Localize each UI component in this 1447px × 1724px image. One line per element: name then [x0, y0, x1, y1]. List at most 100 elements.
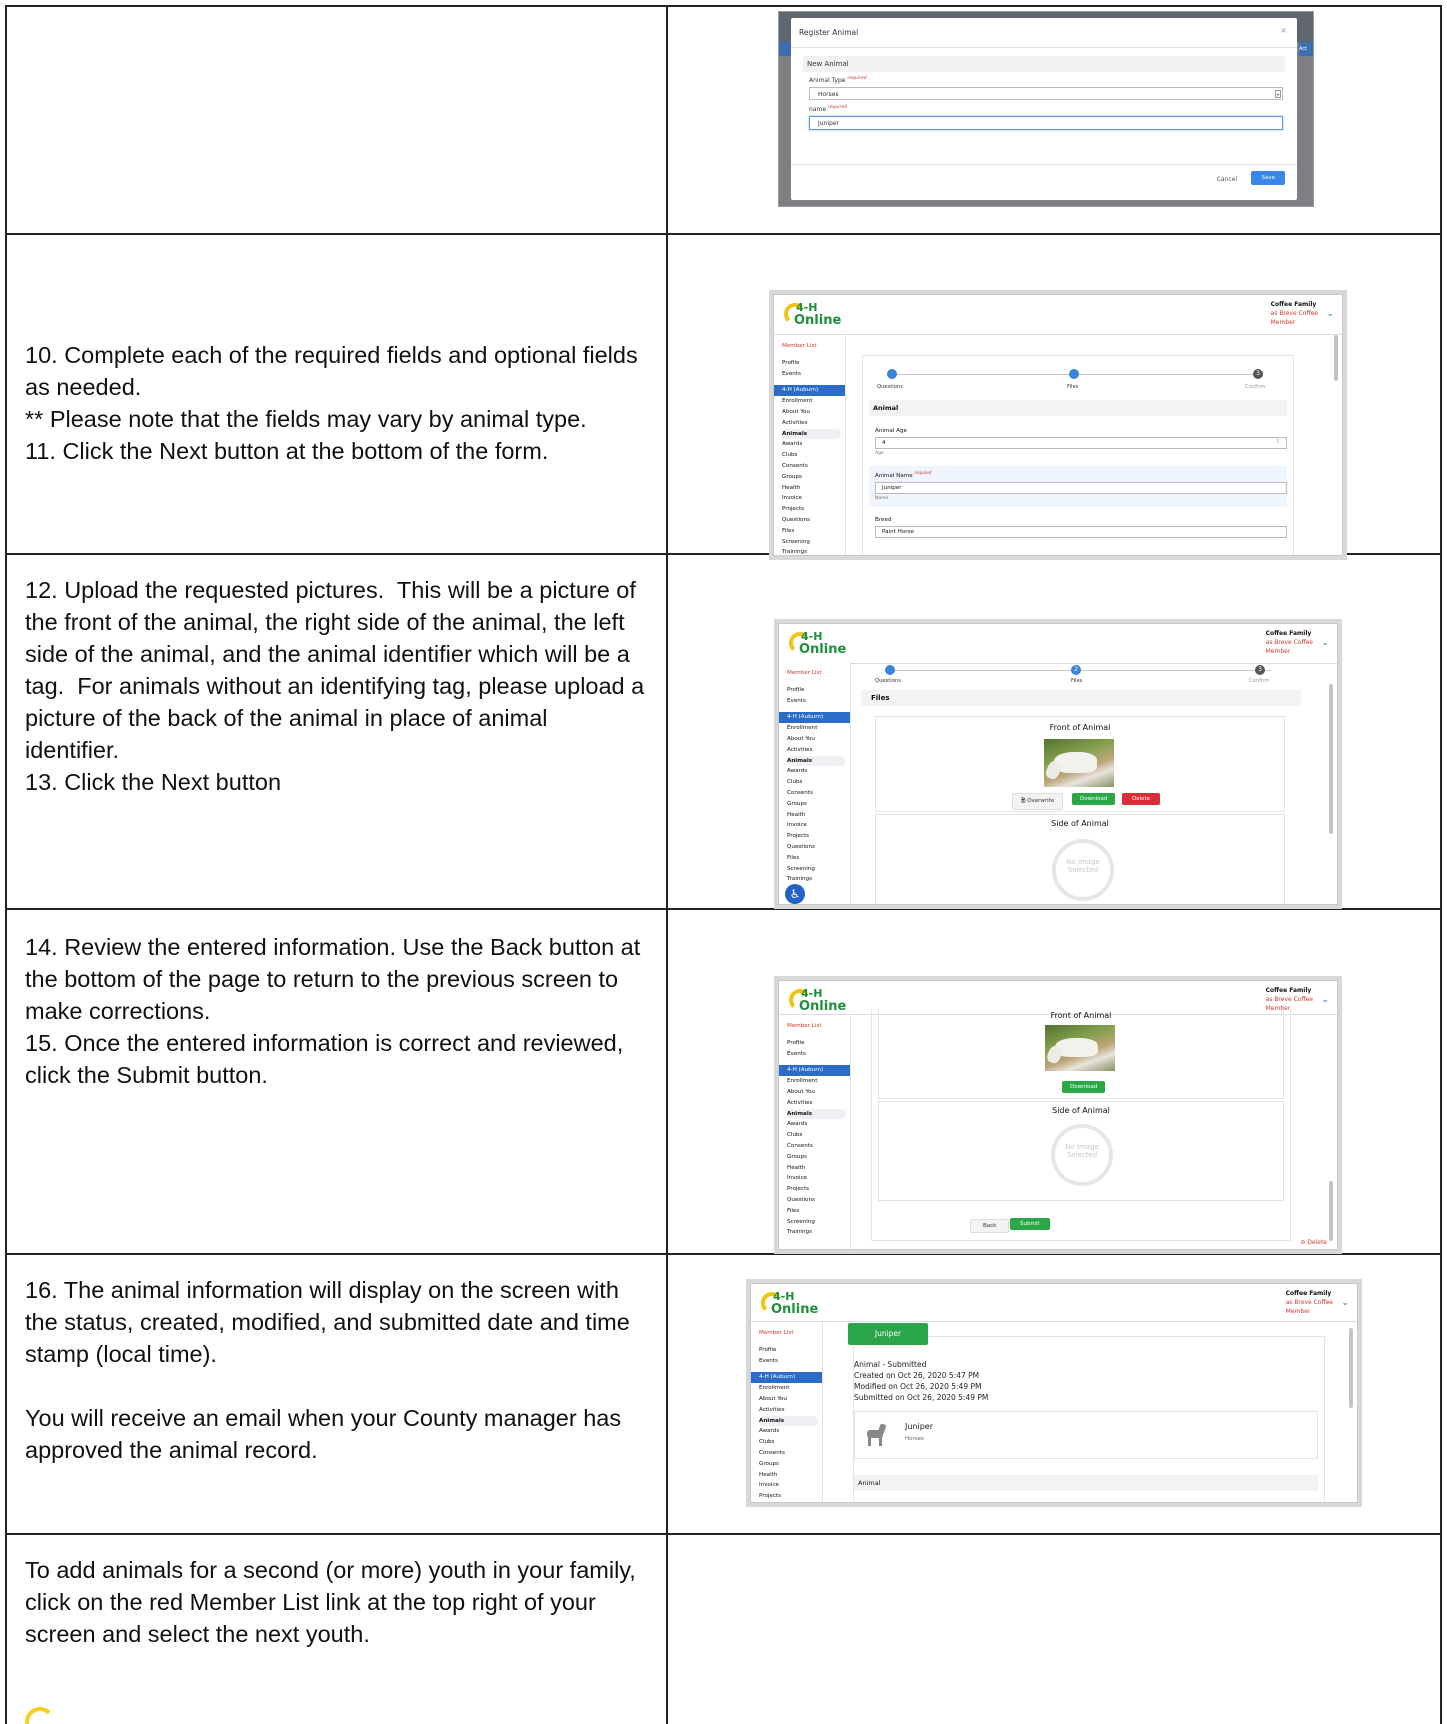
accessibility-icon[interactable]: ♿: [785, 884, 805, 904]
scrollbar[interactable]: [1329, 684, 1333, 834]
scrollbar[interactable]: [1349, 1328, 1353, 1408]
sidebar-item-activities[interactable]: Activities: [782, 418, 845, 429]
sidebar-item-awards[interactable]: Awards: [759, 1426, 822, 1437]
sidebar-item-profile[interactable]: Profile: [787, 685, 850, 696]
account-menu[interactable]: Coffee Family as Breve Coffee Member: [1266, 629, 1313, 656]
account-menu[interactable]: Coffee Family as Breve Coffee Member: [1286, 1289, 1333, 1316]
animal-tab[interactable]: Juniper: [848, 1323, 928, 1345]
sidebar-item-activities[interactable]: Activities: [787, 1098, 850, 1109]
sidebar-item-questions[interactable]: Questions: [787, 842, 850, 853]
sidebar-item-questions[interactable]: Questions: [787, 1195, 850, 1206]
sidebar-item-health[interactable]: Health: [787, 810, 850, 821]
sidebar-item-groups[interactable]: Groups: [787, 1152, 850, 1163]
sidebar-item-events[interactable]: Events: [787, 1049, 850, 1060]
sidebar-item-enrollment[interactable]: Enrollment: [759, 1383, 822, 1394]
sidebar-item-trainings[interactable]: Trainings: [787, 1227, 850, 1238]
breed-input[interactable]: Paint Horse: [875, 525, 1287, 538]
member-list-link[interactable]: Member List: [787, 668, 850, 679]
chevron-down-icon[interactable]: ⌄: [1341, 1298, 1349, 1308]
sidebar-item-about-you[interactable]: About You: [759, 1394, 822, 1405]
sidebar-item-clubs[interactable]: Clubs: [782, 450, 845, 461]
sidebar-item-projects[interactable]: Projects: [787, 1184, 850, 1195]
sidebar-item-enrollment[interactable]: Enrollment: [782, 396, 845, 407]
delete-link[interactable]: ⊘ Delete: [1300, 1239, 1327, 1246]
sidebar-item-profile[interactable]: Profile: [782, 358, 845, 369]
sidebar-item-clubs[interactable]: Clubs: [787, 777, 850, 788]
sidebar-item-animals[interactable]: Animals: [759, 1415, 818, 1427]
sidebar-item-about-you[interactable]: About You: [787, 734, 850, 745]
sidebar-item-activities[interactable]: Activities: [759, 1405, 822, 1416]
member-list-link[interactable]: Member List: [759, 1328, 822, 1339]
sidebar-item-profile[interactable]: Profile: [759, 1345, 822, 1356]
sidebar-item-animals[interactable]: Animals: [782, 428, 841, 440]
animal-age-input[interactable]: 4 ⇕: [875, 437, 1287, 449]
sidebar-item-files[interactable]: Files: [782, 526, 845, 537]
sidebar-item-enrollment[interactable]: Enrollment: [787, 723, 850, 734]
animal-name-input[interactable]: Juniper: [875, 481, 1287, 494]
sidebar-group-auburn[interactable]: 4-H (Auburn): [779, 712, 850, 724]
save-button[interactable]: Save: [1251, 171, 1285, 185]
close-icon[interactable]: ×: [1280, 26, 1287, 35]
sidebar-item-screening[interactable]: Screening: [787, 864, 850, 875]
sidebar-item-events[interactable]: Events: [759, 1356, 822, 1367]
sidebar-item-animals[interactable]: Animals: [787, 1108, 846, 1120]
sidebar-item-profile[interactable]: Profile: [787, 1038, 850, 1049]
sidebar-item-consents[interactable]: Consents: [782, 461, 845, 472]
sidebar-item-awards[interactable]: Awards: [787, 766, 850, 777]
delete-button[interactable]: Delete: [1122, 793, 1161, 805]
sidebar-item-invoice[interactable]: Invoice: [787, 820, 850, 831]
sidebar-item-clubs[interactable]: Clubs: [759, 1437, 822, 1448]
scrollbar[interactable]: [1334, 335, 1338, 381]
chevron-down-icon[interactable]: ⌄: [1321, 995, 1329, 1005]
sidebar-item-health[interactable]: Health: [787, 1163, 850, 1174]
member-list-link[interactable]: Member List: [782, 341, 845, 352]
sidebar-item-awards[interactable]: Awards: [787, 1119, 850, 1130]
chevron-down-icon[interactable]: ⌄: [1321, 638, 1329, 648]
cancel-button[interactable]: Cancel: [1209, 172, 1245, 187]
sidebar-item-questions[interactable]: Questions: [782, 515, 845, 526]
sidebar-item-groups[interactable]: Groups: [759, 1459, 822, 1470]
overwrite-button[interactable]: 🗎 Overwrite: [1012, 793, 1064, 810]
sidebar-item-invoice[interactable]: Invoice: [759, 1480, 822, 1491]
sidebar-item-consents[interactable]: Consents: [787, 1141, 850, 1152]
sidebar-item-about-you[interactable]: About You: [787, 1087, 850, 1098]
sidebar-item-consents[interactable]: Consents: [787, 788, 850, 799]
member-list-link[interactable]: Member List: [787, 1021, 850, 1032]
sidebar-item-events[interactable]: Events: [782, 369, 845, 380]
name-label: name: [809, 106, 827, 113]
name-input[interactable]: Juniper: [809, 116, 1283, 130]
sidebar-item-invoice[interactable]: Invoice: [782, 493, 845, 504]
sidebar-item-projects[interactable]: Projects: [782, 504, 845, 515]
sidebar-item-files[interactable]: Files: [787, 1206, 850, 1217]
sidebar-item-files[interactable]: Files: [787, 853, 850, 864]
sidebar-item-groups[interactable]: Groups: [787, 799, 850, 810]
download-button[interactable]: Download: [1072, 793, 1116, 805]
sidebar-item-projects[interactable]: Projects: [787, 831, 850, 842]
sidebar-item-screening[interactable]: Screening: [782, 537, 845, 548]
submit-button[interactable]: Submit: [1010, 1218, 1050, 1230]
account-menu[interactable]: Coffee Family as Breve Coffee Member: [1271, 300, 1318, 327]
sidebar-item-events[interactable]: Events: [787, 696, 850, 707]
sidebar-item-about-you[interactable]: About You: [782, 407, 845, 418]
download-button[interactable]: Download: [1062, 1081, 1106, 1093]
scrollbar[interactable]: [1329, 1181, 1333, 1241]
sidebar-item-consents[interactable]: Consents: [759, 1448, 822, 1459]
sidebar-group-auburn[interactable]: 4-H (Auburn): [779, 1065, 850, 1077]
sidebar-item-projects[interactable]: Projects: [759, 1491, 822, 1502]
sidebar-item-invoice[interactable]: Invoice: [787, 1173, 850, 1184]
sidebar-item-health[interactable]: Health: [759, 1470, 822, 1481]
sidebar-item-clubs[interactable]: Clubs: [787, 1130, 850, 1141]
animal-type-select[interactable]: Horses ▾: [809, 87, 1283, 100]
sidebar-group-auburn[interactable]: 4-H (Auburn): [774, 385, 845, 397]
sidebar-item-health[interactable]: Health: [782, 483, 845, 494]
animal-card[interactable]: Juniper Horses: [854, 1411, 1318, 1459]
sidebar-item-animals[interactable]: Animals: [787, 755, 846, 767]
sidebar-item-enrollment[interactable]: Enrollment: [787, 1076, 850, 1087]
sidebar-item-screening[interactable]: Screening: [787, 1217, 850, 1228]
sidebar-item-activities[interactable]: Activities: [787, 745, 850, 756]
chevron-down-icon[interactable]: ⌄: [1326, 309, 1334, 319]
sidebar-group-auburn[interactable]: 4-H (Auburn): [751, 1372, 822, 1384]
sidebar-item-awards[interactable]: Awards: [782, 439, 845, 450]
back-button[interactable]: Back: [970, 1219, 1010, 1233]
sidebar-item-groups[interactable]: Groups: [782, 472, 845, 483]
